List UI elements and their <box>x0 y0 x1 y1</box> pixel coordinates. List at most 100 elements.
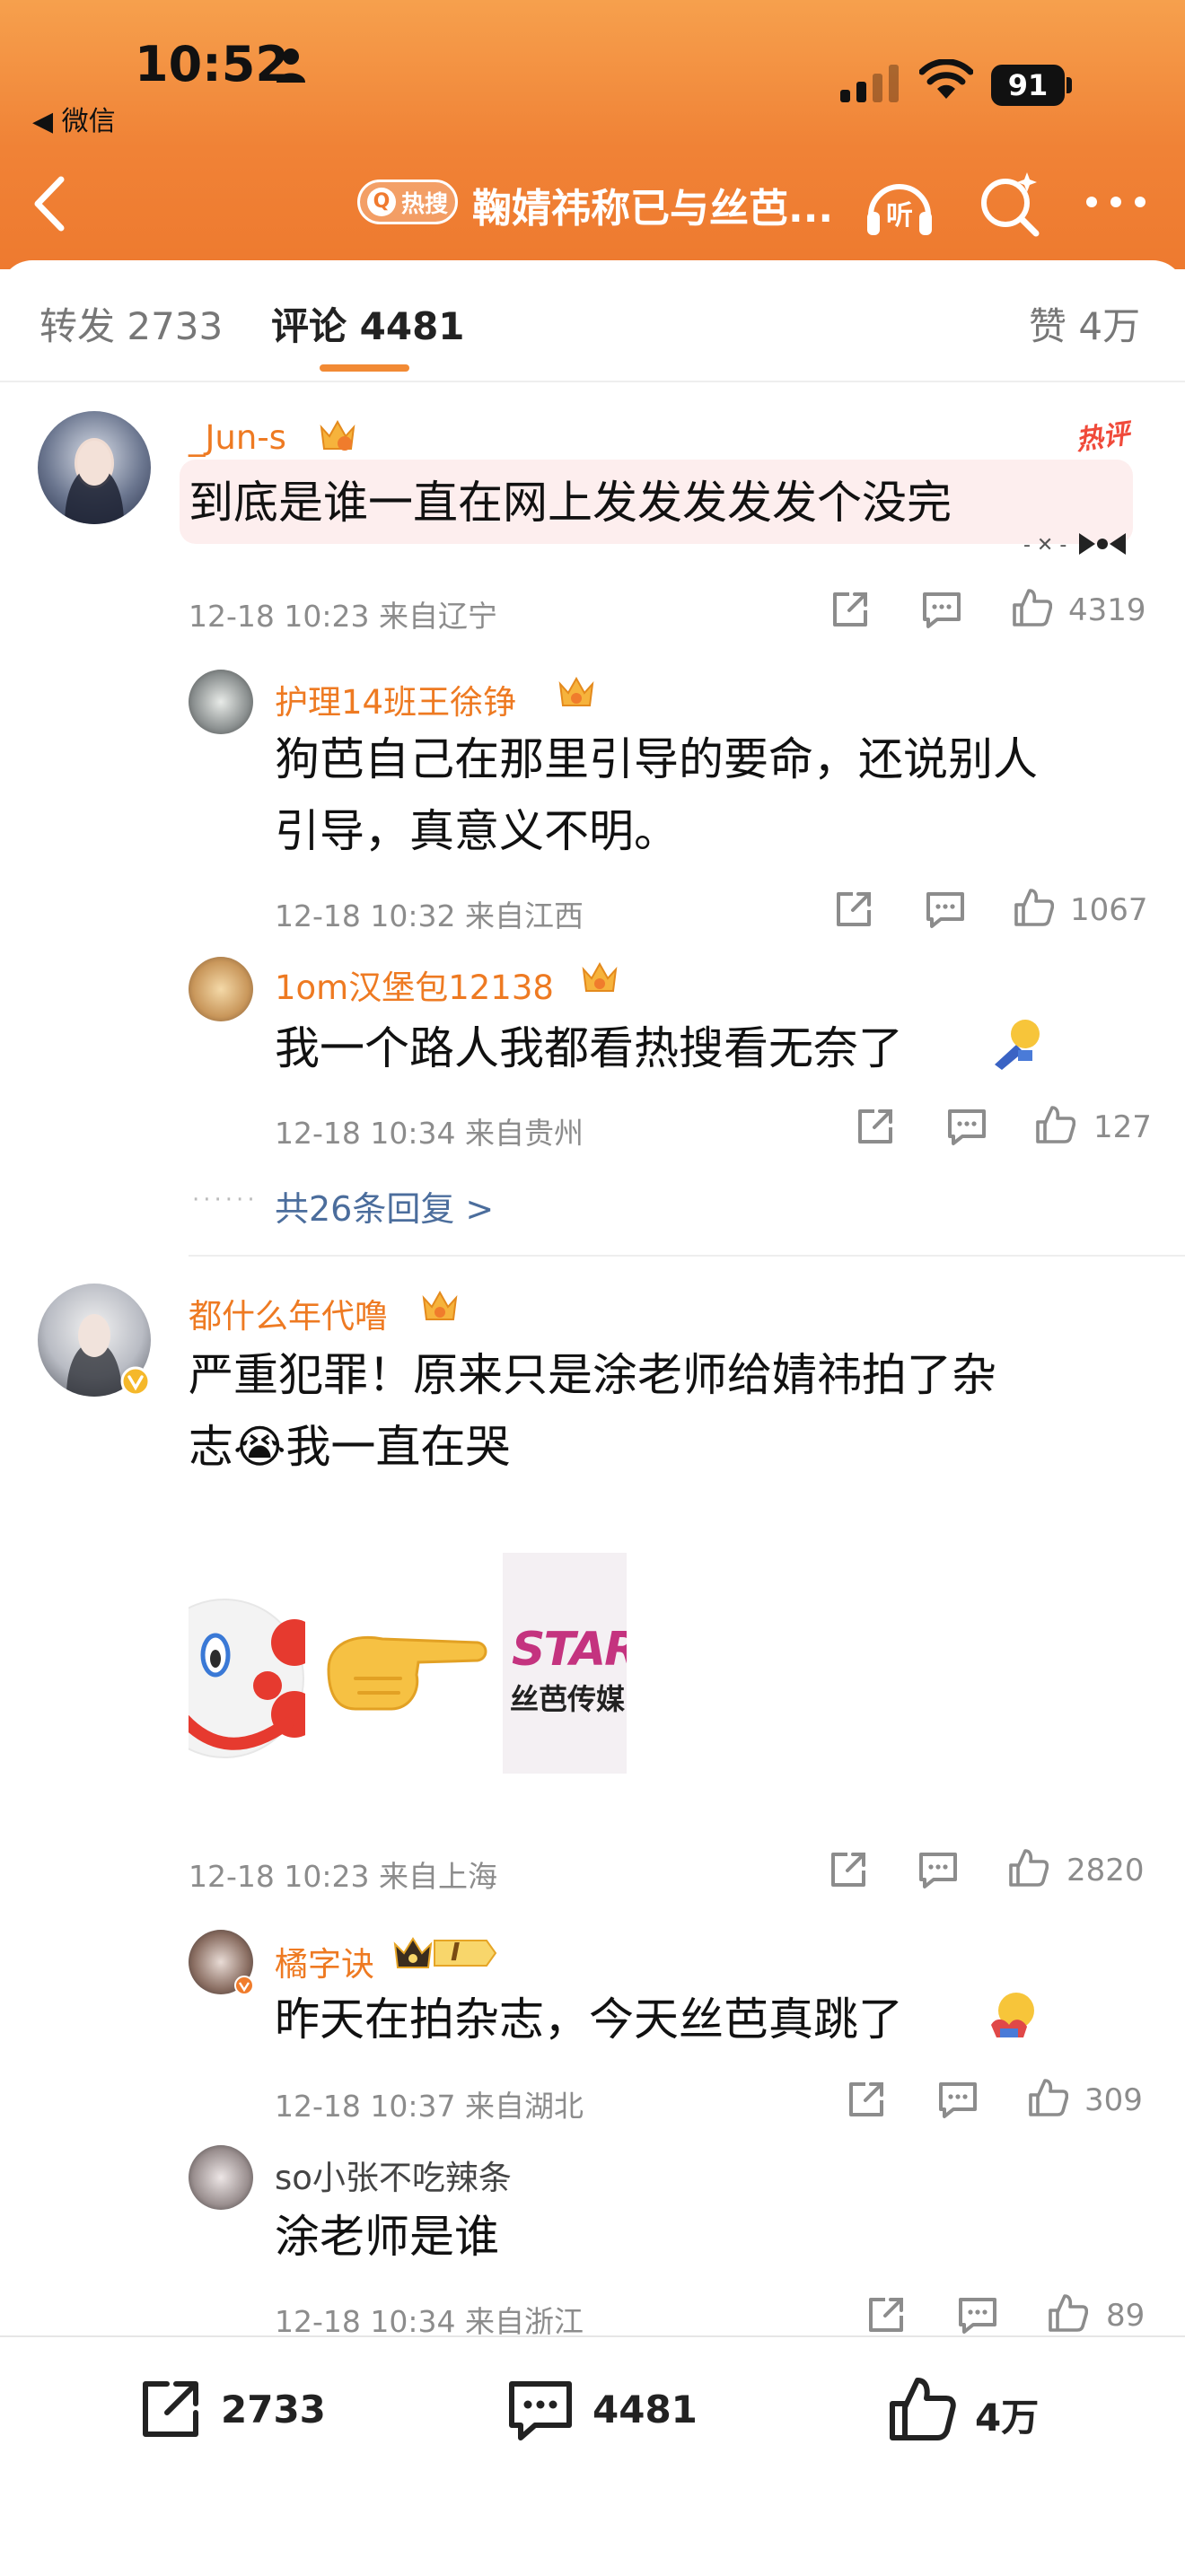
tab-reposts[interactable]: 转发 2733 <box>40 296 223 351</box>
header: 10:52 ◀ 微信 91 Q 热搜 鞠婧祎称已与丝芭... 听 <box>0 0 1185 269</box>
comment-text-line: 志😭我一直在哭 <box>189 1421 511 1473</box>
avatar[interactable] <box>189 2145 253 2210</box>
like-icon[interactable] <box>1027 2077 1068 2118</box>
vip-level-crown-icon <box>393 1937 497 1968</box>
bow-decoration-icon: - ✕ - <box>1023 533 1126 556</box>
comment-username[interactable]: 都什么年代噜 <box>189 1289 388 1337</box>
more-replies-link[interactable]: 共26条回复 > <box>275 1181 494 1231</box>
verified-badge-icon <box>120 1366 151 1397</box>
reply-meta: 12-18 10:37 来自湖北 <box>275 2089 584 2124</box>
tab-likes[interactable]: 赞 4万 <box>1029 296 1140 351</box>
vip-level-badge: I <box>393 1933 499 1973</box>
back-arrow-icon[interactable] <box>27 172 72 235</box>
like-icon[interactable] <box>1011 587 1052 628</box>
reply-username[interactable]: 橘字诀 <box>275 1937 374 1985</box>
avatar-portrait <box>65 438 124 524</box>
verified-badge-icon <box>234 1976 254 1995</box>
share-icon[interactable] <box>855 1106 896 1147</box>
like-icon[interactable] <box>1013 887 1054 928</box>
share-icon[interactable] <box>833 889 874 930</box>
hot-search-label: 热搜 <box>401 191 449 218</box>
status-bar: 10:52 ◀ 微信 91 <box>0 0 1185 138</box>
share-icon[interactable] <box>846 2079 887 2120</box>
back-to-wechat-link[interactable]: ◀ 微信 <box>32 99 116 138</box>
comment-icon[interactable] <box>505 2373 576 2445</box>
more-options-icon[interactable] <box>1084 188 1147 215</box>
cellular-signal-icon <box>840 65 899 102</box>
reply-icon[interactable] <box>957 2294 998 2335</box>
reply-text-line: 狗芭自己在那里引导的要命，还说别人 <box>275 733 1038 785</box>
share-icon[interactable] <box>865 2294 907 2335</box>
like-icon[interactable] <box>1007 1847 1049 1888</box>
like-count: 1067 <box>1070 892 1148 928</box>
svg-text:- ✕ -: - ✕ - <box>1023 534 1066 556</box>
reply-username[interactable]: 1om汉堡包12138 <box>275 960 554 1009</box>
like-total[interactable]: 4万 <box>975 2388 1039 2442</box>
repost-count[interactable]: 2733 <box>221 2388 326 2431</box>
status-time: 10:52 <box>135 36 289 92</box>
nav-bar: Q 热搜 鞠婧祎称已与丝芭... 听 <box>0 153 1185 251</box>
tab-bar: 转发 2733 评论 4481 赞 4万 <box>0 260 1185 382</box>
hug-emoji-icon <box>991 1993 1034 2037</box>
comment-username[interactable]: _Jun-s <box>189 418 286 457</box>
star-logo-text: STAR <box>512 1623 627 1677</box>
like-icon[interactable] <box>1034 1104 1075 1145</box>
pointing-right-hand-emoji-icon <box>327 1635 487 1711</box>
hot-search-badge[interactable]: Q 热搜 <box>357 180 458 224</box>
share-icon[interactable] <box>830 589 871 630</box>
reply-text-line: 引导，真意义不明。 <box>275 805 679 857</box>
vip-crown-icon <box>320 419 356 451</box>
repost-icon[interactable] <box>135 2373 206 2445</box>
listen-headphones-icon[interactable]: 听 <box>862 169 937 244</box>
reply-text: 涂老师是谁 <box>275 2211 499 2263</box>
vip-level-text: I <box>451 1937 461 1967</box>
like-count: 4319 <box>1068 592 1146 628</box>
reply-icon[interactable] <box>946 1106 988 1147</box>
comment-meta: 12-18 10:23 来自上海 <box>189 1859 497 1894</box>
avatar[interactable] <box>189 670 253 734</box>
reply-text: 昨天在拍杂志，今天丝芭真跳了 <box>275 1993 903 2046</box>
like-count: 127 <box>1093 1109 1152 1145</box>
divider <box>0 381 1185 382</box>
vip-crown-icon <box>558 676 594 706</box>
comment-separator <box>189 1255 1185 1257</box>
person-icon <box>276 48 305 83</box>
like-thumb-icon[interactable] <box>885 2373 957 2445</box>
avatar[interactable] <box>189 957 253 1021</box>
like-count: 89 <box>1106 2298 1146 2334</box>
reply-username[interactable]: 护理14班王徐铮 <box>275 675 516 723</box>
reply-meta: 12-18 10:34 来自浙江 <box>275 2304 584 2339</box>
like-count: 2820 <box>1066 1853 1145 1888</box>
like-icon[interactable] <box>1047 2292 1088 2334</box>
search-icon[interactable] <box>977 169 1043 241</box>
tab-comments[interactable]: 评论 4481 <box>271 296 465 351</box>
hot-comment-tag: 热评 <box>1074 417 1132 457</box>
reply-username[interactable]: so小张不吃辣条 <box>275 2151 512 2199</box>
star-logo-subtext: 丝芭传媒 <box>510 1682 626 1716</box>
active-tab-indicator <box>320 364 409 372</box>
battery-level: 91 <box>991 65 1065 106</box>
vip-crown-icon <box>582 961 618 992</box>
svg-text:听: 听 <box>886 200 913 232</box>
comment-text: 到底是谁一直在网上发发发发发个没完 <box>189 477 952 529</box>
reply-text: 我一个路人我都看热搜看无奈了 <box>275 1022 903 1074</box>
reply-icon[interactable] <box>937 2079 979 2120</box>
battery-tip <box>1066 77 1072 93</box>
dots-divider: ······ <box>192 1187 259 1214</box>
page-title[interactable]: 鞠婧祎称已与丝芭... <box>472 176 833 233</box>
bottom-action-bar: 2733 4481 4万 <box>0 2335 1185 2576</box>
wifi-icon <box>919 59 973 99</box>
vip-crown-icon <box>422 1290 458 1320</box>
clown-emoji-icon <box>189 1599 305 1758</box>
search-mini-icon: Q <box>367 188 396 216</box>
comment-meta: 12-18 10:23 来自辽宁 <box>189 599 497 634</box>
exhausted-emoji-icon <box>995 1020 1040 1070</box>
comment-count[interactable]: 4481 <box>592 2388 698 2431</box>
reply-meta: 12-18 10:32 来自江西 <box>275 898 584 933</box>
avatar[interactable] <box>38 411 151 524</box>
star-logo-image: STAR 丝芭传媒 <box>503 1553 627 1774</box>
share-icon[interactable] <box>828 1849 869 1890</box>
reply-icon[interactable] <box>925 889 966 930</box>
reply-icon[interactable] <box>917 1849 959 1890</box>
reply-icon[interactable] <box>921 589 962 630</box>
